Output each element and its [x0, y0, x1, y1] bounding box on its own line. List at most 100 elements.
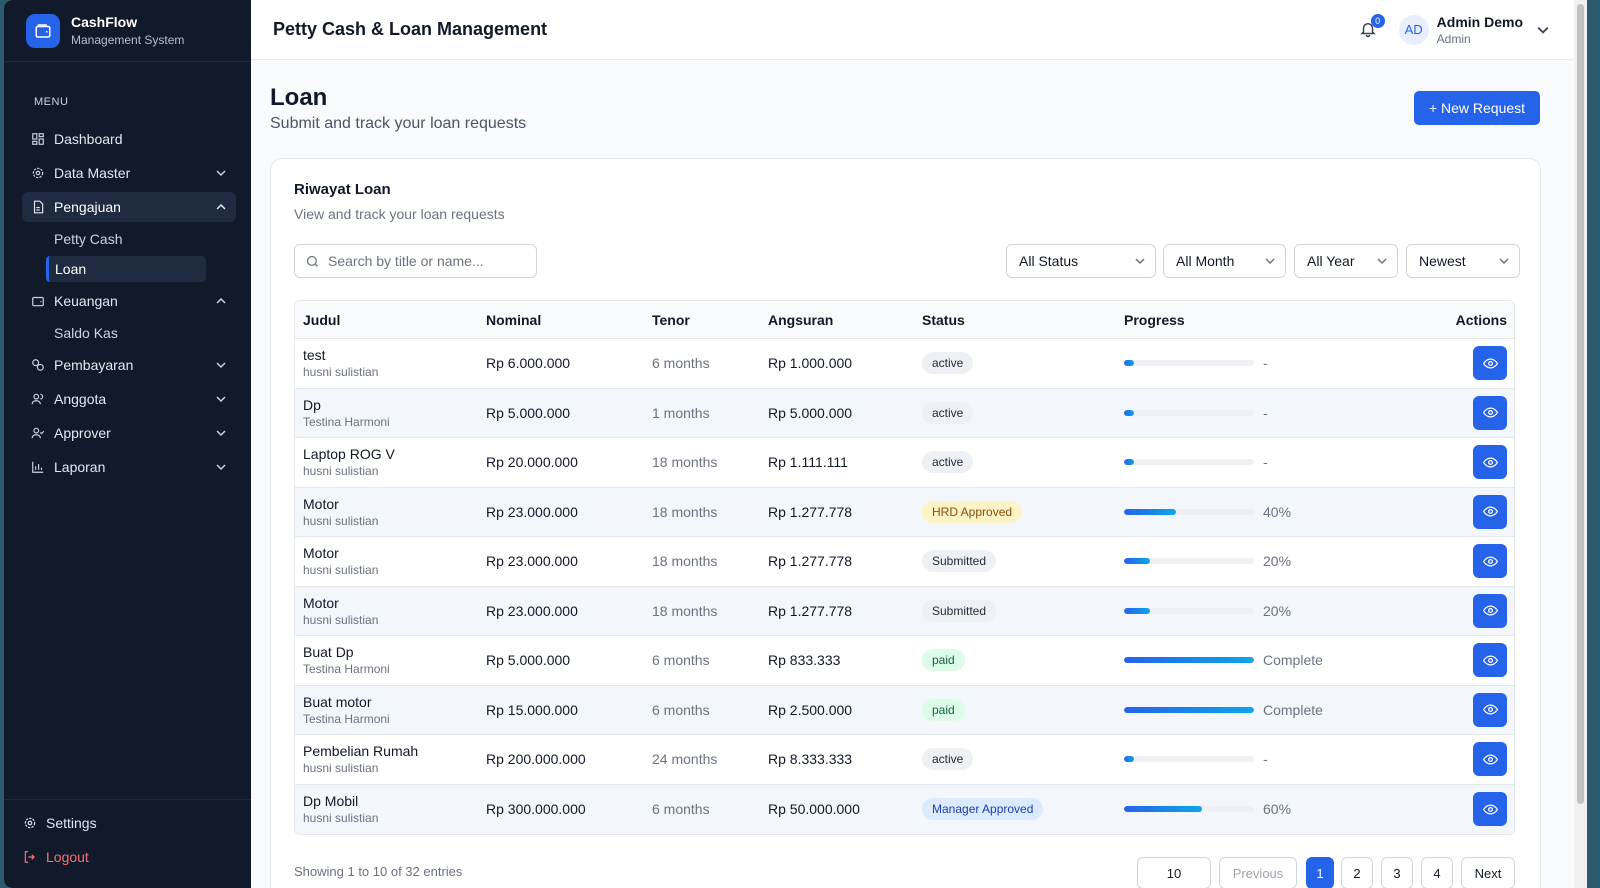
loan-title: Pembelian Rumah	[303, 743, 419, 760]
view-button[interactable]	[1473, 643, 1507, 678]
sidebar-item-data-master[interactable]: Data Master	[22, 158, 236, 188]
sidebar-item-label: Logout	[46, 849, 89, 865]
sidebar-item-pengajuan[interactable]: Pengajuan	[22, 192, 236, 222]
page-scrollbar[interactable]	[1574, 0, 1587, 888]
sidebar-item-pembayaran[interactable]: Pembayaran	[22, 350, 236, 380]
view-button[interactable]	[1473, 792, 1507, 827]
sidebar-item-settings[interactable]: Settings	[22, 808, 233, 838]
sidebar-item-label: Settings	[46, 815, 97, 831]
notification-button[interactable]: 0	[1359, 13, 1385, 40]
page-size-select[interactable]: 10	[1137, 857, 1211, 888]
scrollbar-thumb[interactable]	[1577, 4, 1584, 804]
progress-bar	[1124, 706, 1254, 713]
progress-label: -	[1263, 355, 1268, 372]
page-button-1[interactable]: 1	[1306, 857, 1334, 888]
view-button[interactable]	[1473, 346, 1507, 381]
cell-judul: Motor husni sulistian	[295, 496, 486, 528]
progress-bar-fill	[1124, 706, 1254, 713]
status-badge: active	[922, 451, 974, 474]
sort-filter[interactable]: Newest	[1406, 244, 1520, 278]
sidebar-item-anggota[interactable]: Anggota	[22, 384, 236, 414]
cell-nominal: Rp 23.000.000	[486, 503, 578, 520]
chevron-down-icon	[216, 464, 226, 471]
month-filter[interactable]: All Month	[1163, 244, 1286, 278]
sidebar-item-approver[interactable]: Approver	[22, 418, 236, 448]
chevron-down-icon	[216, 170, 226, 177]
page-button-3[interactable]: 3	[1381, 857, 1413, 888]
column-header-angsuran: Angsuran	[768, 311, 834, 328]
loan-title: Dp	[303, 396, 321, 413]
view-button[interactable]	[1473, 692, 1507, 727]
cell-status: active	[922, 451, 1124, 474]
card-subtitle: View and track your loan requests	[294, 206, 505, 222]
status-filter[interactable]: All Status	[1006, 244, 1156, 278]
eye-icon	[1482, 506, 1498, 517]
cell-status: paid	[922, 649, 1124, 672]
loan-history-card: Riwayat Loan View and track your loan re…	[270, 158, 1541, 888]
applicant-name: husni sulistian	[303, 365, 379, 380]
table-row: Buat Dp Testina Harmoni Rp 5.000.000 6 m…	[295, 636, 1514, 686]
sidebar-item-label: Keuangan	[54, 293, 118, 309]
sidebar-item-laporan[interactable]: Laporan	[22, 452, 236, 482]
eye-icon	[1482, 655, 1498, 666]
sidebar-subitem-loan[interactable]: Loan	[46, 256, 206, 282]
view-button[interactable]	[1473, 544, 1507, 579]
logout-icon	[22, 849, 38, 865]
applicant-name: husni sulistian	[303, 563, 379, 578]
page-button-2[interactable]: 2	[1341, 857, 1373, 888]
progress-bar-fill	[1124, 607, 1150, 614]
table-body: test husni sulistian Rp 6.000.000 6 mont…	[295, 339, 1514, 834]
cell-progress: 40%	[1124, 504, 1424, 520]
chevron-down-icon	[1499, 258, 1509, 265]
cell-tenor: 1 months	[652, 404, 710, 421]
grid-icon	[30, 131, 46, 147]
progress-label: Complete	[1263, 701, 1323, 718]
search-input[interactable]	[328, 253, 528, 269]
new-request-button[interactable]: + New Request	[1414, 91, 1540, 125]
cell-angsuran: Rp 8.333.333	[768, 751, 853, 768]
cell-judul: Pembelian Rumah husni sulistian	[295, 743, 486, 775]
page-size-value: 10	[1166, 865, 1182, 881]
eye-icon	[1482, 605, 1498, 616]
progress-label: -	[1263, 454, 1268, 471]
chevron-down-icon[interactable]	[1537, 24, 1549, 36]
status-badge: active	[922, 352, 974, 375]
progress-bar	[1124, 360, 1254, 367]
progress-bar-fill	[1124, 409, 1135, 416]
avatar[interactable]: AD	[1398, 14, 1429, 45]
status-badge: active	[922, 401, 974, 424]
progress-bar-fill	[1124, 558, 1150, 565]
chevron-down-icon	[216, 362, 226, 369]
gear-icon	[30, 165, 46, 181]
progress-bar-fill	[1124, 508, 1176, 515]
table-header: Judul Nominal Tenor Angsuran Status Prog…	[295, 301, 1514, 339]
cell-judul: Motor husni sulistian	[295, 545, 486, 577]
status-badge: Manager Approved	[922, 798, 1044, 821]
sidebar: CashFlow Management System MENU Dashboar…	[4, 0, 251, 888]
cell-actions	[1424, 346, 1514, 381]
user-info[interactable]: Admin Demo Admin	[1437, 14, 1523, 46]
sidebar-item-logout[interactable]: Logout	[22, 842, 233, 872]
progress-label: Complete	[1263, 652, 1323, 669]
view-button[interactable]	[1473, 742, 1507, 777]
top-header: Petty Cash & Loan Management 0 AD Admin …	[251, 0, 1587, 60]
next-page-button[interactable]: Next	[1461, 857, 1515, 888]
sidebar-subitem-saldo-kas[interactable]: Saldo Kas	[46, 320, 206, 346]
cell-actions	[1424, 643, 1514, 678]
cell-progress: 20%	[1124, 553, 1424, 569]
page-button-4[interactable]: 4	[1421, 857, 1453, 888]
sidebar-item-dashboard[interactable]: Dashboard	[22, 124, 236, 154]
applicant-name: husni sulistian	[303, 464, 379, 479]
cell-status: active	[922, 401, 1124, 424]
previous-page-button[interactable]: Previous	[1219, 857, 1297, 888]
progress-bar	[1124, 558, 1254, 565]
year-filter[interactable]: All Year	[1294, 244, 1398, 278]
sidebar-subitem-petty-cash[interactable]: Petty Cash	[46, 226, 206, 252]
view-button[interactable]	[1473, 494, 1507, 529]
sidebar-item-keuangan[interactable]: Keuangan	[22, 286, 236, 316]
page-title: Loan	[270, 84, 328, 111]
view-button[interactable]	[1473, 395, 1507, 430]
view-button[interactable]	[1473, 593, 1507, 628]
column-header-nominal: Nominal	[486, 311, 542, 328]
view-button[interactable]	[1473, 445, 1507, 480]
